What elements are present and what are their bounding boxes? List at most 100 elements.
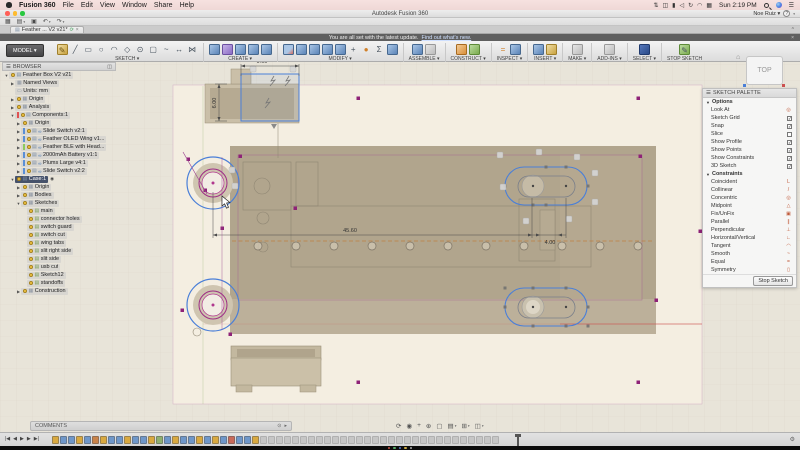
menu-edit[interactable]: Edit	[81, 2, 93, 9]
section-analysis-icon[interactable]	[510, 44, 521, 55]
new-component-icon[interactable]	[412, 44, 423, 55]
browser-item-main[interactable]: ▤main	[2, 207, 116, 215]
concentric-icon[interactable]: ◎	[785, 195, 792, 201]
browser-menu-icon[interactable]: ☰	[6, 64, 11, 70]
play-icon[interactable]: ▶	[20, 436, 24, 442]
visibility-bulb-icon[interactable]	[23, 201, 27, 205]
line-icon[interactable]: ╱	[70, 44, 81, 55]
tree-item-chip[interactable]: ▦Named Views	[15, 80, 59, 87]
tree-item-chip[interactable]: ▤connector holes	[27, 216, 82, 223]
collinear-icon[interactable]: /	[785, 187, 792, 193]
timeline-feature-suppressed-10[interactable]	[340, 436, 347, 444]
go-to-end-icon[interactable]: ▶|	[34, 436, 39, 442]
browser-item-analysis[interactable]: ▶▦Analysis	[2, 103, 116, 111]
go-to-start-icon[interactable]: |◀	[5, 436, 10, 442]
timeline-feature-suppressed-16[interactable]	[388, 436, 395, 444]
activate-component-radio[interactable]: ◉	[50, 176, 54, 182]
browser-item-origin[interactable]: ▶▦Origin	[2, 119, 116, 127]
timeline-feature-suppressed-3[interactable]	[284, 436, 291, 444]
usb-connector-part[interactable]	[231, 346, 321, 392]
battery-icon[interactable]: ▮	[672, 2, 675, 9]
timeline-feature-suppressed-7[interactable]	[316, 436, 323, 444]
tangent-icon[interactable]: ◠	[785, 243, 792, 249]
look-at-icon[interactable]: ◎	[785, 107, 792, 113]
timeline-feature-7[interactable]	[108, 436, 115, 444]
palette-option-show-points[interactable]: Show Points✓	[703, 146, 796, 154]
step-forward-icon[interactable]: ▶	[27, 436, 31, 442]
visibility-bulb-icon[interactable]	[23, 121, 27, 125]
dock-app-dot-1[interactable]	[393, 447, 396, 450]
timeline-feature-3[interactable]	[76, 436, 83, 444]
joint-icon[interactable]	[425, 44, 436, 55]
horizontal-vertical-icon[interactable]: ∟	[785, 235, 792, 241]
display-settings-icon[interactable]: ▤▾	[448, 422, 457, 430]
slot-icon[interactable]: ▢	[148, 44, 159, 55]
constraint-tangent[interactable]: Tangent◠	[703, 242, 796, 250]
palette-option-3d-sketch[interactable]: 3D Sketch✓	[703, 162, 796, 170]
constraint-fix-unfix[interactable]: Fix/UnFix▣	[703, 210, 796, 218]
equal-icon[interactable]: =	[785, 259, 792, 265]
dimension-icon[interactable]: ↔	[174, 44, 185, 55]
dock-app-dot-4[interactable]	[410, 447, 413, 450]
shell-icon[interactable]	[322, 44, 333, 55]
stop-sketch-button[interactable]: Stop Sketch	[753, 276, 793, 286]
browser-item-slit-side[interactable]: ▤slit side	[2, 255, 116, 263]
timeline-feature-suppressed-29[interactable]	[492, 436, 499, 444]
visibility-bulb-icon[interactable]	[23, 185, 27, 189]
visibility-bulb-icon[interactable]	[17, 105, 21, 109]
timeline-feature-4[interactable]	[84, 436, 91, 444]
tree-item-chip[interactable]: ▤∞Feather OLED Wing v1...	[21, 136, 106, 143]
timeline-feature-2[interactable]	[68, 436, 75, 444]
timeline-feature-0[interactable]	[52, 436, 59, 444]
extrude-icon[interactable]	[209, 44, 220, 55]
palette-option-slice[interactable]: Slice	[703, 130, 796, 138]
timeline-feature-suppressed-11[interactable]	[348, 436, 355, 444]
timeline-feature-16[interactable]	[180, 436, 187, 444]
notification-center-icon[interactable]: ☰	[789, 2, 794, 9]
macos-dock-strip[interactable]	[0, 446, 800, 450]
apple-menu-icon[interactable]	[6, 2, 12, 8]
tree-item-chip[interactable]: ▤∞2000mAh Battery v1:1	[21, 152, 99, 159]
timeline-feature-suppressed-27[interactable]	[476, 436, 483, 444]
physical-material-icon[interactable]: ●	[361, 44, 372, 55]
timeline-feature-23[interactable]	[236, 436, 243, 444]
timeline-feature-suppressed-13[interactable]	[364, 436, 371, 444]
visibility-bulb-icon[interactable]	[21, 113, 25, 117]
palette-option-show-profile[interactable]: Show Profile✓	[703, 138, 796, 146]
display-icon[interactable]: ◫	[662, 2, 668, 9]
timeline-feature-8[interactable]	[116, 436, 123, 444]
constraint-equal[interactable]: Equal=	[703, 258, 796, 266]
comments-icon-0[interactable]: ⊙	[277, 423, 281, 429]
tree-item-chip[interactable]: ▤usb cut	[27, 264, 60, 271]
timeline-feature-9[interactable]	[124, 436, 131, 444]
siri-icon[interactable]	[776, 2, 782, 8]
change-parameters-icon[interactable]: Σ	[374, 44, 385, 55]
viewports-icon[interactable]: ◫▾	[475, 422, 484, 430]
browser-item-slit-right-side[interactable]: ▤slit right side	[2, 247, 116, 255]
tree-item-chip[interactable]: ▤main	[27, 208, 55, 215]
job-status-icon[interactable]: ▦	[5, 18, 11, 25]
browser-item-slide-switch-v2-2[interactable]: ▶▤∞Slide Switch v2:2	[2, 167, 116, 175]
palette-option-look-at[interactable]: Look At◎	[703, 106, 796, 114]
fillet-icon[interactable]	[296, 44, 307, 55]
timeline-feature-suppressed-19[interactable]	[412, 436, 419, 444]
workspace-selector[interactable]: MODEL ▾	[6, 44, 44, 57]
pan-icon[interactable]: +	[417, 422, 421, 429]
browser-item-bodies[interactable]: ▶▦Bodies	[2, 191, 116, 199]
menu-share[interactable]: Share	[154, 2, 173, 9]
timeline-feature-20[interactable]	[212, 436, 219, 444]
timeline-settings-icon[interactable]: ⚙	[790, 436, 795, 443]
visibility-bulb-icon[interactable]	[29, 249, 33, 253]
circle-icon[interactable]: ○	[96, 44, 107, 55]
menu-window[interactable]: Window	[122, 2, 147, 9]
timeline-feature-5[interactable]	[92, 436, 99, 444]
checkbox-slice[interactable]	[787, 132, 792, 137]
tree-item-chip[interactable]: ▦Bodies	[21, 192, 54, 199]
timeline-feature-suppressed-6[interactable]	[308, 436, 315, 444]
palette-option-snap[interactable]: Snap✓	[703, 122, 796, 130]
timeline-feature-suppressed-4[interactable]	[292, 436, 299, 444]
timeline-feature-suppressed-9[interactable]	[332, 436, 339, 444]
fit-icon[interactable]: ▢	[436, 422, 442, 430]
stop-sketch-icon[interactable]: ✎	[679, 44, 690, 55]
insert-image-icon[interactable]	[533, 44, 544, 55]
